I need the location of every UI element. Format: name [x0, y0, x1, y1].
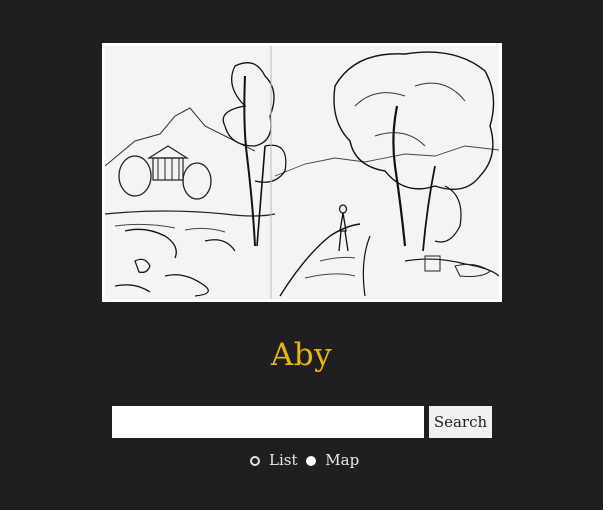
- hero-image: [102, 43, 502, 302]
- view-option-map[interactable]: Map: [306, 450, 359, 469]
- view-toggle: List Map: [250, 449, 363, 469]
- map-radio-icon[interactable]: [306, 455, 317, 466]
- list-label[interactable]: List: [269, 451, 297, 469]
- map-label[interactable]: Map: [325, 451, 359, 469]
- landscape-sketch-icon: [105, 46, 499, 299]
- search-button[interactable]: Search: [429, 406, 492, 438]
- list-radio-icon[interactable]: [250, 455, 260, 466]
- site-title: Aby: [270, 337, 333, 373]
- view-option-list[interactable]: List: [250, 450, 297, 469]
- search-input[interactable]: [112, 406, 424, 438]
